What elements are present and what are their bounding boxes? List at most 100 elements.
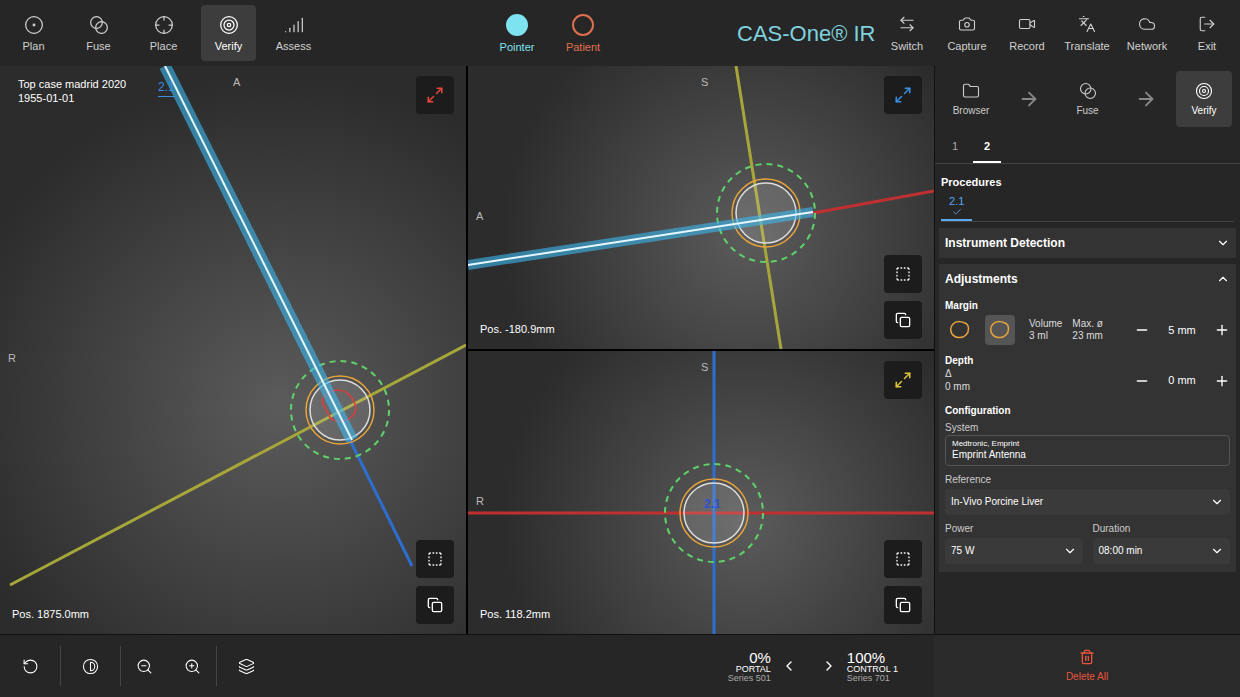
power-select[interactable]: 75 W	[945, 538, 1083, 564]
copy-button[interactable]	[884, 301, 922, 339]
bottom-bar: 0%PORTALSeries 501100%CONTROL 1Series 70…	[0, 634, 1240, 697]
action-button[interactable]: Switch	[877, 15, 937, 52]
mode-button[interactable]: Pointer	[491, 14, 543, 53]
mode-dot-icon	[506, 14, 528, 36]
side-panel: BrowserFuseVerify12Procedures2.1Instrume…	[934, 66, 1240, 634]
section-header[interactable]: Instrument Detection	[939, 228, 1236, 258]
action-icon	[1018, 15, 1036, 33]
tool-button[interactable]: Assess	[266, 5, 321, 61]
workflow-step[interactable]: Verify	[1176, 71, 1232, 127]
next-icon[interactable]	[821, 658, 837, 674]
margin-shape-button[interactable]	[985, 315, 1015, 345]
select-button[interactable]	[884, 255, 922, 293]
action-button[interactable]: Exit	[1177, 15, 1237, 52]
prev-icon[interactable]	[781, 658, 797, 674]
view-tool-button[interactable]	[168, 646, 216, 686]
tool-button[interactable]: Plan	[6, 5, 61, 61]
duration-select[interactable]: 08:00 min	[1093, 538, 1231, 564]
action-icon	[1198, 15, 1216, 33]
patient-name: Top case madrid 2020	[18, 78, 126, 92]
orientation-top: S	[701, 359, 708, 376]
maximize-button[interactable]	[416, 76, 454, 114]
tool-button[interactable]: Verify	[201, 5, 256, 61]
view-tool-button[interactable]	[0, 646, 60, 686]
minus-icon[interactable]	[1134, 373, 1150, 389]
view-tool-icon	[184, 658, 201, 675]
view-tool-icon	[82, 658, 99, 675]
chevron-down-icon	[1063, 544, 1077, 558]
tool-icon	[219, 15, 239, 35]
workflow-step[interactable]: Browser	[943, 71, 999, 127]
mode-button[interactable]: Patient	[557, 14, 609, 53]
view-tool-icon	[238, 658, 255, 675]
viewport[interactable]: 2.1 S R Pos. 118.2mm	[468, 351, 934, 634]
plus-icon[interactable]	[1214, 373, 1230, 389]
tab[interactable]: 1	[941, 138, 969, 163]
section-header[interactable]: Adjustments	[939, 264, 1236, 294]
tool-icon	[284, 15, 304, 35]
system-field[interactable]: Medtronic, EmprintEmprint Antenna	[945, 435, 1230, 466]
maximize-button[interactable]	[884, 76, 922, 114]
action-button[interactable]: Translate	[1057, 15, 1117, 52]
action-icon	[898, 15, 916, 33]
view-tool-button[interactable]	[60, 646, 120, 686]
stepper: 5 mm	[1134, 322, 1230, 339]
reference-select[interactable]: In-Vivo Porcine Liver	[945, 489, 1230, 515]
app: PlanFusePlaceVerifyAssessPointerPatientC…	[0, 0, 1240, 697]
select-button[interactable]	[416, 540, 454, 578]
top-bar: PlanFusePlaceVerifyAssess Pointer Patient C…	[0, 0, 1240, 66]
trajectory-overlay	[0, 66, 466, 634]
orientation-left: R	[8, 350, 16, 367]
copy-button[interactable]	[884, 586, 922, 624]
procedure-item[interactable]: 2.1	[941, 196, 972, 221]
slice-position: Pos. 118.2mm	[480, 606, 550, 623]
select-icon	[895, 551, 911, 567]
tab[interactable]: 2	[973, 138, 1001, 163]
action-button[interactable]: Capture	[937, 15, 997, 52]
orientation-top: S	[701, 74, 708, 91]
workflow-step[interactable]: Fuse	[1060, 71, 1116, 127]
select-button[interactable]	[884, 540, 922, 578]
series-fusion: 0%PORTALSeries 501100%CONTROL 1Series 70…	[728, 650, 898, 683]
plus-icon[interactable]	[1214, 322, 1230, 338]
chevron-down-icon	[1210, 544, 1224, 558]
arrow-icon	[1018, 88, 1040, 110]
margin-shape-button[interactable]	[945, 315, 975, 345]
tool-button[interactable]: Place	[136, 5, 191, 61]
app-title: CAS-One® IR	[737, 17, 875, 50]
action-button[interactable]: Record	[997, 15, 1057, 52]
trajectory-overlay	[468, 66, 934, 349]
copy-icon	[895, 312, 911, 328]
trajectory-label: 2.1	[704, 495, 721, 513]
stepper: 0 mm	[1134, 372, 1230, 389]
action-button[interactable]: Network	[1117, 15, 1177, 52]
chevron-down-icon	[1216, 236, 1230, 250]
delete-all-button[interactable]: Delete All	[934, 635, 1240, 697]
maximize-icon	[894, 86, 912, 104]
maximize-icon	[894, 371, 912, 389]
chevron-up-icon	[1216, 272, 1230, 286]
viewport[interactable]: Top case madrid 20201955-01-012.1ARPos. …	[0, 66, 466, 634]
copy-button[interactable]	[416, 586, 454, 624]
maximize-button[interactable]	[884, 361, 922, 399]
tool-icon	[154, 15, 174, 35]
adjustments: MarginVolume3 mlMax. ø23 mm5 mmDepthΔ0 m…	[939, 294, 1236, 572]
tab-bar: 12	[935, 138, 1240, 164]
select-icon	[895, 266, 911, 282]
tool-icon	[24, 15, 44, 35]
view-tool-button[interactable]	[120, 646, 168, 686]
workflow: Browser Fuse Verify	[935, 66, 1240, 132]
copy-icon	[895, 597, 911, 613]
viewport[interactable]: SAPos. -180.9mm	[468, 66, 934, 349]
view-tool-icon	[22, 658, 39, 675]
mode-dot-icon	[572, 14, 594, 36]
tool-button[interactable]: Fuse	[71, 5, 126, 61]
orientation-left: A	[476, 208, 483, 225]
orientation-top: A	[233, 74, 240, 91]
orientation-left: R	[476, 493, 484, 510]
trajectory-label: 2.1	[158, 78, 175, 97]
view-tool-button[interactable]	[216, 646, 276, 686]
tool-icon	[89, 15, 109, 35]
tool-group: PlanFusePlaceVerifyAssess	[0, 5, 321, 61]
minus-icon[interactable]	[1134, 322, 1150, 338]
